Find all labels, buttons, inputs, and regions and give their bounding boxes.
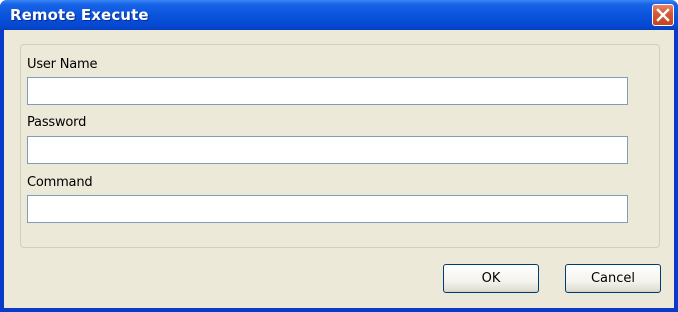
password-input[interactable] <box>27 136 628 164</box>
username-label: User Name <box>27 57 98 72</box>
command-label: Command <box>27 175 93 190</box>
remote-execute-dialog: Remote Execute User Name Password Comman… <box>0 0 678 312</box>
command-input[interactable] <box>27 195 628 223</box>
close-button[interactable] <box>652 4 674 26</box>
title-bar[interactable]: Remote Execute <box>0 0 678 30</box>
ok-button[interactable]: OK <box>443 264 539 293</box>
credentials-group: User Name Password Command <box>20 44 660 248</box>
password-label: Password <box>27 115 87 130</box>
cancel-button[interactable]: Cancel <box>565 264 661 293</box>
username-input[interactable] <box>27 77 628 105</box>
close-icon <box>656 8 670 22</box>
window-title: Remote Execute <box>10 6 149 24</box>
dialog-body: User Name Password Command OK Cancel <box>4 30 674 308</box>
